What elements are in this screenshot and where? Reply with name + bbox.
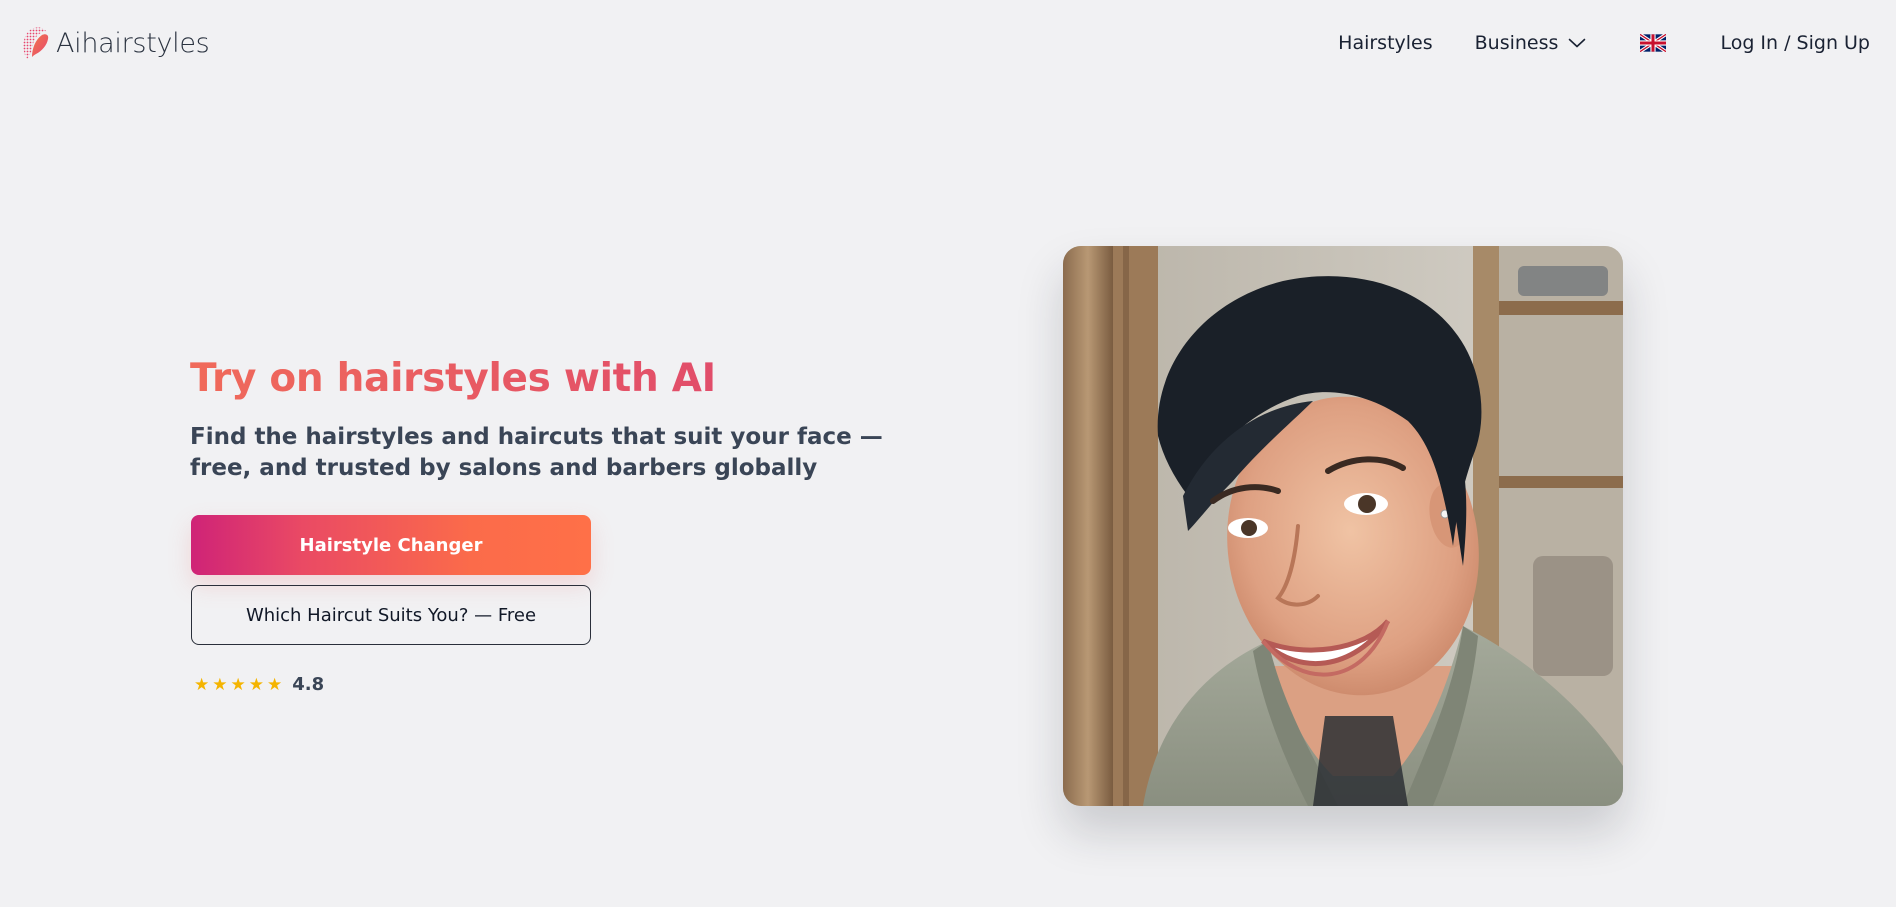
nav-business-dropdown[interactable]: Business bbox=[1475, 32, 1587, 54]
portrait-illustration bbox=[1063, 246, 1623, 806]
star-icon: ★ bbox=[248, 674, 264, 694]
star-icon: ★ bbox=[212, 674, 228, 694]
chevron-down-icon bbox=[1569, 38, 1586, 48]
rating: ★ ★ ★ ★ ★ 4.8 bbox=[194, 674, 324, 695]
rating-stars: ★ ★ ★ ★ ★ bbox=[194, 675, 282, 695]
hero-image bbox=[1063, 246, 1623, 806]
hairstyle-changer-button[interactable]: Hairstyle Changer bbox=[191, 515, 591, 575]
star-icon: ★ bbox=[194, 674, 210, 694]
hero-title: Try on hairstyles with AI bbox=[190, 356, 716, 401]
star-icon: ★ bbox=[230, 674, 246, 694]
nav-hairstyles-link[interactable]: Hairstyles bbox=[1338, 32, 1432, 54]
star-icon: ★ bbox=[267, 674, 283, 694]
login-signup-link[interactable]: Log In / Sign Up bbox=[1720, 32, 1870, 54]
site-header: Aihairstyles Hairstyles Business Log In … bbox=[0, 0, 1896, 86]
main-nav: Hairstyles Business Log In / Sign Up bbox=[1338, 32, 1870, 54]
page: Aihairstyles Hairstyles Business Log In … bbox=[0, 0, 1896, 907]
uk-flag-icon[interactable] bbox=[1640, 34, 1667, 52]
brand-name: Aihairstyles bbox=[56, 27, 210, 59]
hair-profile-logo-icon bbox=[23, 27, 49, 59]
rating-value: 4.8 bbox=[292, 674, 325, 695]
haircut-suits-you-button[interactable]: Which Haircut Suits You? — Free bbox=[191, 585, 591, 645]
nav-business-label: Business bbox=[1474, 32, 1559, 54]
hero-subtitle: Find the hairstyles and haircuts that su… bbox=[190, 424, 883, 481]
brand-logo-link[interactable]: Aihairstyles bbox=[20, 23, 210, 63]
